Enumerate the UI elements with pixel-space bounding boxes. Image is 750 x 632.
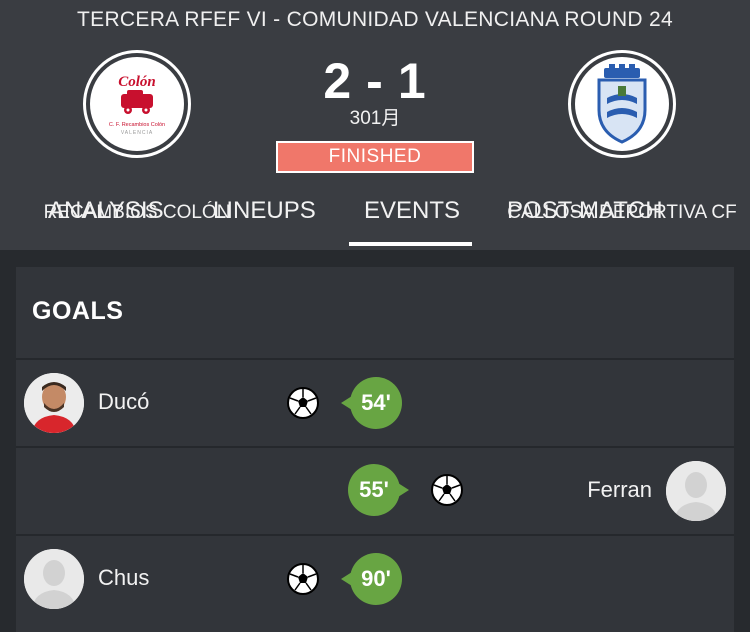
status-badge: FINISHED [276, 141, 474, 173]
tab-lineups[interactable]: LINEUPS [213, 197, 316, 225]
tab-events[interactable]: EVENTS [364, 197, 460, 225]
match-tabs: ANALYSIS LINEUPS EVENTS POST-MATCH [0, 197, 750, 247]
home-crest-line2: VALENCIA [121, 130, 153, 136]
away-crest-ring [568, 50, 676, 158]
player-avatar [24, 549, 84, 609]
player-photo-icon [24, 373, 84, 433]
away-team-crest [575, 57, 669, 151]
tab-post-match[interactable]: POST-MATCH [507, 197, 663, 225]
goal-event-row[interactable]: Chus 90' [16, 536, 734, 622]
goal-event-row[interactable]: Ducó 54' [16, 360, 734, 446]
soccer-ball-icon [287, 387, 319, 419]
goal-scorer-name: Chus [98, 565, 150, 590]
goal-minute-badge: 54' [341, 377, 402, 429]
callosa-deportiva-shield-icon [597, 64, 647, 144]
player-avatar [666, 461, 726, 521]
competition-title: TERCERA RFEF VI - COMUNIDAD VALENCIANA R… [77, 8, 673, 31]
default-player-icon [24, 549, 84, 609]
goal-minute-badge: 55' [348, 464, 409, 516]
goals-card: GOALS Ducó 54' 55' Ferran Chus 90' [16, 267, 734, 632]
goals-section-title: GOALS [32, 297, 124, 325]
match-header: TERCERA RFEF VI - COMUNIDAD VALENCIANA R… [0, 0, 750, 250]
active-tab-indicator [349, 242, 472, 246]
goal-minute-badge: 90' [341, 553, 402, 605]
default-player-icon [666, 461, 726, 521]
soccer-ball-icon [431, 474, 463, 506]
soccer-ball-icon [287, 563, 319, 595]
goal-scorer-name: Ferran [587, 477, 652, 502]
score-separator: - [366, 53, 384, 109]
goal-event-row[interactable]: 55' Ferran [16, 448, 734, 534]
tab-analysis[interactable]: ANALYSIS [48, 197, 164, 225]
player-avatar [24, 373, 84, 433]
away-score: 1 [397, 53, 427, 109]
goal-scorer-name: Ducó [98, 389, 150, 414]
home-score: 2 [323, 53, 353, 109]
